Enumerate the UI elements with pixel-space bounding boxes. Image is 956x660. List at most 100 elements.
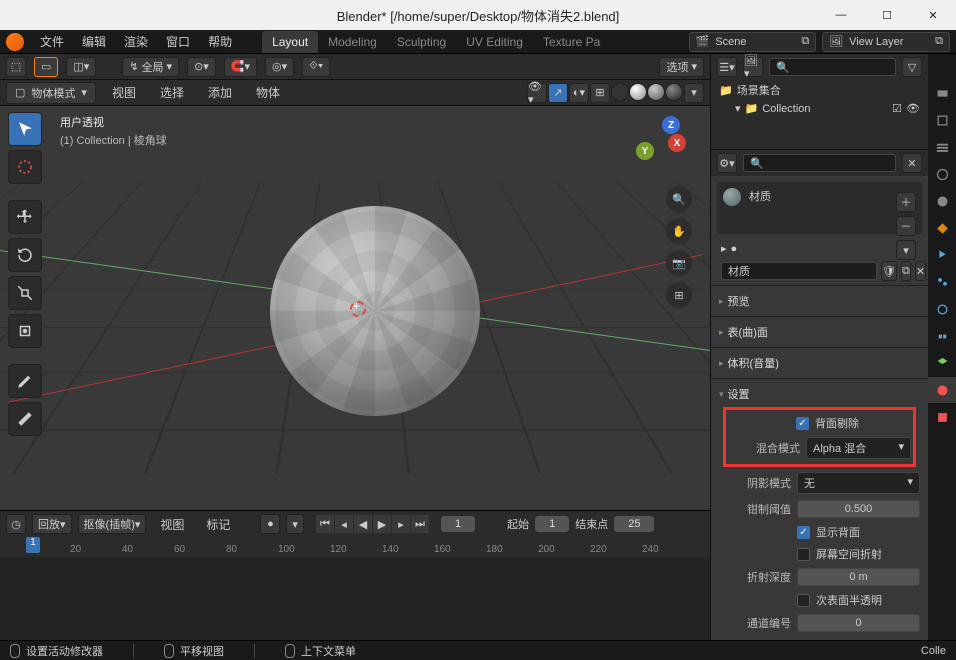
slot-menu-icon[interactable]: ▾ <box>896 240 916 260</box>
tab-sculpting[interactable]: Sculpting <box>387 31 456 53</box>
play-rev-icon[interactable]: ◀ <box>354 515 372 533</box>
keying-set[interactable]: ▾ <box>286 514 304 534</box>
xray-icon[interactable]: ⊞ <box>590 83 610 103</box>
pivot-icon[interactable]: ⊙▾ <box>187 57 216 77</box>
ptab-viewlayer[interactable] <box>928 134 956 160</box>
overlay-toggle-icon[interactable]: ◐▾ <box>569 83 589 103</box>
add-slot-button[interactable]: ＋ <box>896 192 916 212</box>
hide-icon[interactable]: 👁 <box>906 102 920 115</box>
editor-type-icon[interactable]: ⬚ <box>6 57 26 77</box>
show-backface-checkbox[interactable]: ✓ <box>797 526 810 539</box>
menu-window[interactable]: 窗口 <box>158 30 198 53</box>
vp-menu-add[interactable]: 添加 <box>200 81 240 104</box>
snap-icon[interactable]: 🧲▾ <box>224 57 257 77</box>
shading-wire-icon[interactable] <box>611 83 629 101</box>
3d-viewport[interactable]: 用户透视 (1) Collection | 棱角球 Z X Y <box>0 106 710 510</box>
timeline-keying[interactable]: 抠像(插帧)▾ <box>78 514 147 534</box>
ptab-texture[interactable] <box>928 404 956 430</box>
camera-icon[interactable]: 📷 <box>666 250 692 276</box>
ptab-data[interactable] <box>928 350 956 376</box>
tool-measure[interactable] <box>8 402 42 436</box>
scene-browse-icon[interactable]: ⧉ <box>801 35 809 48</box>
timeline-playback[interactable]: 回放▾ <box>32 514 72 534</box>
outliner-search-input[interactable] <box>794 61 889 73</box>
outliner-scene-row[interactable]: 📁 场景集合 <box>711 80 928 100</box>
icosphere-object[interactable] <box>270 206 480 416</box>
gizmo-toggle-icon[interactable]: ↗ <box>548 83 568 103</box>
prev-key-icon[interactable]: ◂ <box>335 515 353 533</box>
orientation-dropdown[interactable]: ↯ 全局▾ <box>122 57 179 77</box>
blender-logo-icon[interactable] <box>6 33 24 51</box>
remove-slot-button[interactable]: － <box>896 216 916 236</box>
refraction-depth-value[interactable]: 0 m <box>797 568 920 586</box>
gizmo-z[interactable]: Z <box>662 116 680 134</box>
cursor-tool-icon[interactable]: ▭ <box>34 57 58 77</box>
current-frame[interactable]: 1 <box>441 516 475 532</box>
minimize-button[interactable]: — <box>818 0 864 30</box>
vp-menu-view[interactable]: 视图 <box>104 81 144 104</box>
playhead[interactable]: 1 <box>26 537 40 553</box>
next-key-icon[interactable]: ▸ <box>392 515 410 533</box>
subsurface-checkbox[interactable] <box>797 594 810 607</box>
viewlayer-selector[interactable]: 🖼 ⧉ <box>822 32 950 52</box>
timeline-ruler[interactable]: 1 20 40 60 80 100 120 140 160 180 200 22… <box>0 537 710 557</box>
outliner-display-icon[interactable]: 🖼▾ <box>743 57 763 77</box>
tab-modeling[interactable]: Modeling <box>318 31 387 53</box>
perspective-icon[interactable]: ⊞ <box>666 282 692 308</box>
exclude-icon[interactable]: ☑ <box>892 102 902 115</box>
ptab-modifier[interactable] <box>928 242 956 268</box>
gizmo-x[interactable]: X <box>668 134 686 152</box>
options-dropdown[interactable]: 选项▾ <box>659 57 704 77</box>
pin-icon[interactable]: ✕ <box>902 153 922 173</box>
mode-dropdown[interactable]: ▢ 物体模式▾ <box>6 82 96 104</box>
select-mode-icon[interactable]: ◫▾ <box>66 57 96 77</box>
tool-move[interactable] <box>8 200 42 234</box>
vp-menu-select[interactable]: 选择 <box>152 81 192 104</box>
tab-layout[interactable]: Layout <box>262 31 318 53</box>
material-name-input[interactable] <box>721 262 877 280</box>
panel-surface[interactable]: 表(曲)面 <box>719 321 920 343</box>
timeline-editor-icon[interactable]: ◷ <box>6 514 26 534</box>
start-frame[interactable]: 1 <box>535 516 569 532</box>
properties-search-input[interactable] <box>768 157 889 169</box>
jump-start-icon[interactable]: ⏮ <box>316 515 334 533</box>
material-copy-icon[interactable]: ⧉ <box>901 261 911 281</box>
end-frame[interactable]: 25 <box>614 516 654 532</box>
play-icon[interactable]: ▶ <box>373 515 391 533</box>
pan-icon[interactable]: ✋ <box>666 218 692 244</box>
shading-mode[interactable] <box>611 83 683 103</box>
maximize-button[interactable]: ☐ <box>864 0 910 30</box>
ptab-world[interactable] <box>928 188 956 214</box>
tool-transform[interactable] <box>8 314 42 348</box>
properties-editor-icon[interactable]: ⚙▾ <box>717 153 737 173</box>
menu-file[interactable]: 文件 <box>32 30 72 53</box>
menu-edit[interactable]: 编辑 <box>74 30 114 53</box>
scene-selector[interactable]: 🎬 ⧉ <box>689 32 817 52</box>
fake-user-icon[interactable]: 🛡 <box>881 261 897 281</box>
jump-end-icon[interactable]: ⏭ <box>411 515 429 533</box>
tool-scale[interactable] <box>8 276 42 310</box>
proportional-icon[interactable]: ◎▾ <box>265 57 294 77</box>
menu-render[interactable]: 渲染 <box>116 30 156 53</box>
tool-select[interactable] <box>8 112 42 146</box>
shading-matprev-icon[interactable] <box>647 83 665 101</box>
panel-settings[interactable]: 设置 <box>719 383 920 405</box>
properties-search[interactable]: 🔍 <box>743 154 896 172</box>
clip-threshold-value[interactable]: 0.500 <box>797 500 920 518</box>
material-unlink-icon[interactable]: ✕ <box>915 261 926 281</box>
panel-volume[interactable]: 体积(音量) <box>719 352 920 374</box>
chevron-right-icon[interactable]: ▸ <box>721 242 727 255</box>
ptab-output[interactable] <box>928 107 956 133</box>
ssr-checkbox[interactable] <box>797 548 810 561</box>
nav-gizmo[interactable]: Z X Y <box>634 116 690 172</box>
tool-cursor[interactable] <box>8 150 42 184</box>
autokey-icon[interactable]: ● <box>260 514 280 534</box>
material-slot-list[interactable]: 材质 <box>717 182 922 234</box>
ptab-physics[interactable] <box>928 296 956 322</box>
zoom-icon[interactable]: 🔍 <box>666 186 692 212</box>
outliner-editor-icon[interactable]: ☰▾ <box>717 57 737 77</box>
ptab-constraint[interactable] <box>928 323 956 349</box>
tab-texture[interactable]: Texture Pa <box>533 31 610 53</box>
viewlayer-name-input[interactable] <box>849 36 929 48</box>
menu-help[interactable]: 帮助 <box>200 30 240 53</box>
